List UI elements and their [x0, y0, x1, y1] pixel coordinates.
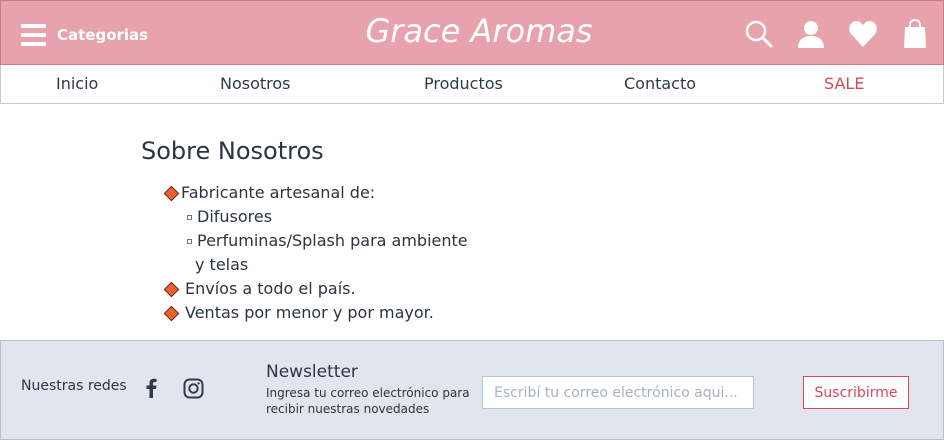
menu-icon	[21, 24, 46, 46]
instagram-icon[interactable]	[181, 376, 205, 400]
sub-list-item: Perfuminas/Splash para ambiente	[141, 229, 661, 253]
newsletter-email-input[interactable]	[482, 376, 754, 409]
square-bullet-icon	[187, 215, 192, 220]
social-label: Nuestras redes	[21, 378, 127, 394]
brand-logo[interactable]: Grace Aromas	[301, 12, 657, 50]
list-item: Fabricante artesanal de:	[141, 181, 661, 205]
nav-item-nosotros[interactable]: Nosotros	[220, 74, 291, 93]
newsletter-title: Newsletter	[266, 362, 358, 382]
about-list: Fabricante artesanal de: Difusores Perfu…	[141, 181, 661, 325]
sub-list-item-text: Difusores	[197, 207, 273, 226]
diamond-bullet-icon	[163, 281, 180, 298]
newsletter-description: Ingresa tu correo electrónico para recib…	[266, 386, 470, 416]
sub-list-item-text: Perfuminas/Splash para ambiente	[197, 231, 468, 250]
categories-button[interactable]: Categorias	[21, 22, 148, 48]
categories-label: Categorias	[57, 26, 149, 44]
sub-list-item: Difusores	[141, 205, 661, 229]
facebook-icon[interactable]	[139, 376, 163, 400]
square-bullet-icon	[187, 239, 192, 244]
about-section: Sobre Nosotros Fabricante artesanal de: …	[141, 137, 661, 325]
main-nav: Inicio Nosotros Productos Contacto SALE	[0, 65, 944, 104]
nav-item-contacto[interactable]: Contacto	[624, 74, 696, 93]
nav-item-productos[interactable]: Productos	[424, 74, 503, 93]
shopping-bag-icon[interactable]	[898, 17, 932, 51]
list-item-text: Envíos a todo el país.	[185, 279, 356, 298]
nav-item-sale[interactable]: SALE	[824, 74, 864, 93]
page-title: Sobre Nosotros	[141, 137, 324, 165]
sub-list-item-continuation: y telas	[195, 255, 249, 274]
diamond-bullet-icon	[163, 305, 180, 322]
list-item-text: Fabricante artesanal de:	[181, 183, 376, 202]
heart-icon[interactable]	[846, 17, 880, 51]
list-item: Envíos a todo el país.	[141, 277, 661, 301]
footer: Nuestras redes Newsletter Ingresa tu cor…	[0, 340, 944, 440]
subscribe-button[interactable]: Suscribirme	[803, 376, 909, 409]
header-bar: Categorias Grace Aromas	[0, 0, 944, 65]
user-icon[interactable]	[794, 17, 828, 51]
nav-item-inicio[interactable]: Inicio	[56, 74, 98, 93]
list-item: Ventas por menor y por mayor.	[141, 301, 661, 325]
list-item-text: Ventas por menor y por mayor.	[185, 303, 434, 322]
diamond-bullet-icon	[163, 185, 180, 202]
search-icon[interactable]	[742, 17, 776, 51]
